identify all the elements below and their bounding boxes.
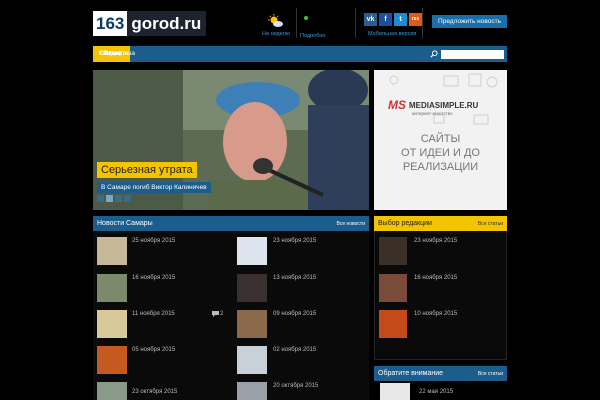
- news-section-title[interactable]: Новости Самары: [97, 220, 153, 227]
- news-date[interactable]: 23 ноября 2015: [273, 238, 316, 244]
- attention-date[interactable]: 22 мая 2015: [419, 389, 453, 395]
- attention-all-link[interactable]: Все статьи: [478, 371, 503, 377]
- promo-widget[interactable]: Подробно: [300, 14, 340, 39]
- slider-dot[interactable]: [115, 195, 122, 202]
- weather-widget[interactable]: На неделю: [258, 10, 294, 37]
- header-divider: [296, 8, 297, 38]
- news-thumbnail[interactable]: [97, 346, 127, 374]
- ad-slogan-line: ОТ ИДЕИ И ДО: [401, 147, 480, 159]
- news-thumbnail[interactable]: [237, 310, 267, 338]
- editor-choice-header: Выбор редакции Все статьи: [374, 216, 507, 231]
- status-dot-icon: [304, 16, 308, 20]
- main-nav: Главная • Новости Статьи • Авто Киноафиш…: [93, 46, 507, 62]
- news-thumbnail[interactable]: [97, 237, 127, 265]
- twitter-icon[interactable]: t: [394, 13, 407, 26]
- news-date[interactable]: 25 ноября 2015: [132, 238, 175, 244]
- promo-label: Подробно: [300, 33, 326, 39]
- logo-city: gorod.ru: [127, 11, 207, 36]
- vk-icon[interactable]: vk: [364, 13, 377, 26]
- attention-title[interactable]: Обратите внимание: [378, 370, 443, 377]
- weather-label: На неделю: [262, 31, 290, 37]
- comment-count: 2: [220, 311, 224, 317]
- suggest-news-button[interactable]: Предложить новость: [432, 15, 507, 28]
- ad-slogan-line: САЙТЫ: [420, 133, 461, 145]
- editor-choice-title[interactable]: Выбор редакции: [378, 220, 432, 227]
- news-thumbnail[interactable]: [97, 310, 127, 338]
- header-divider: [355, 8, 356, 38]
- ad-name: MEDIASIMPLE.RU: [409, 100, 479, 110]
- editor-date[interactable]: 10 ноября 2015: [414, 311, 457, 317]
- news-thumbnail[interactable]: [97, 274, 127, 302]
- site-logo[interactable]: 163 gorod.ru: [93, 11, 207, 36]
- news-date[interactable]: 13 ноября 2015: [273, 275, 316, 281]
- news-thumbnail[interactable]: [237, 274, 267, 302]
- search-icon[interactable]: [430, 50, 438, 58]
- facebook-icon[interactable]: f: [379, 13, 392, 26]
- news-date[interactable]: 02 ноября 2015: [273, 347, 316, 353]
- news-thumbnail[interactable]: [237, 237, 267, 265]
- ad-slogan-line: РЕАЛИЗАЦИИ: [402, 161, 479, 173]
- ad-tagline: интернет-агентство: [412, 111, 453, 116]
- ad-logo-letters: MS: [388, 98, 406, 112]
- search-input[interactable]: [441, 49, 504, 59]
- social-links: vk f t rss: [364, 13, 422, 26]
- news-date[interactable]: 11 ноября 2015: [132, 311, 175, 317]
- rss-icon[interactable]: rss: [409, 13, 422, 26]
- news-thumbnail[interactable]: [237, 382, 267, 400]
- weather-icon: [268, 14, 283, 27]
- comment-icon: [212, 311, 219, 317]
- logo-number: 163: [93, 11, 128, 36]
- ad-brand: MS MEDIASIMPLE.RU: [388, 98, 478, 112]
- news-section-header: Новости Самары Все новости: [93, 216, 369, 231]
- slider-dot[interactable]: [124, 195, 131, 202]
- news-date[interactable]: 09 ноября 2015: [273, 311, 316, 317]
- attention-header: Обратите внимание Все статьи: [374, 366, 507, 381]
- editor-thumbnail[interactable]: [379, 274, 407, 302]
- all-articles-link[interactable]: Все статьи: [478, 221, 503, 227]
- hero-subtitle[interactable]: В Самаре погиб Виктор Калиничев: [97, 182, 211, 193]
- mobile-version-link[interactable]: Мобильная версия: [368, 31, 416, 37]
- news-date[interactable]: 16 ноября 2015: [132, 275, 175, 281]
- editor-date[interactable]: 16 ноября 2015: [414, 275, 457, 281]
- slider-dot[interactable]: [97, 195, 104, 202]
- all-news-link[interactable]: Все новости: [336, 221, 365, 227]
- ad-slogan: САЙТЫ ОТ ИДЕИ И ДО РЕАЛИЗАЦИИ: [374, 132, 507, 174]
- editor-date[interactable]: 23 ноября 2015: [414, 238, 457, 244]
- nav-item-leisure[interactable]: • Отдых: [93, 46, 129, 62]
- news-date[interactable]: 23 октября 2015: [132, 389, 177, 395]
- slider-dot-active[interactable]: [106, 195, 113, 202]
- news-date[interactable]: 05 ноября 2015: [132, 347, 175, 353]
- news-thumbnail[interactable]: [97, 382, 127, 400]
- attention-thumbnail[interactable]: [380, 383, 410, 400]
- ad-banner[interactable]: MS MEDIASIMPLE.RU интернет-агентство САЙ…: [374, 70, 507, 210]
- slider-dots: [97, 195, 131, 202]
- news-thumbnail[interactable]: [237, 346, 267, 374]
- editor-thumbnail[interactable]: [379, 310, 407, 338]
- hero-slider[interactable]: Серьезная утрата В Самаре погиб Виктор К…: [93, 70, 369, 210]
- header-divider: [422, 8, 423, 38]
- news-date[interactable]: 20 октября 2015: [273, 383, 318, 389]
- editor-thumbnail[interactable]: [379, 237, 407, 265]
- hero-title[interactable]: Серьезная утрата: [97, 162, 197, 178]
